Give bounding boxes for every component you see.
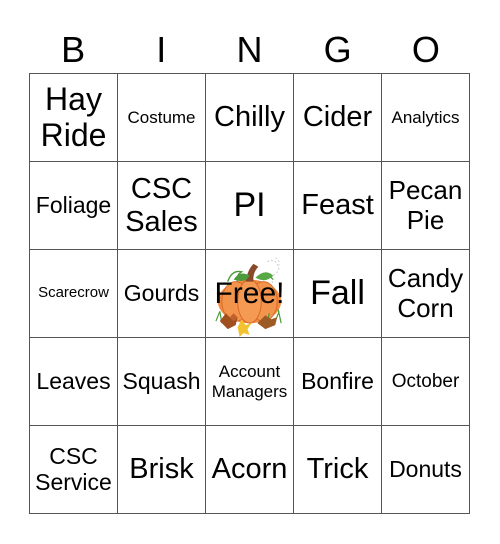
bingo-cell[interactable]: Feast xyxy=(294,162,382,250)
bingo-cell[interactable]: Brisk xyxy=(118,426,206,514)
bingo-cell[interactable]: Cider xyxy=(294,74,382,162)
bingo-cell[interactable]: Chilly xyxy=(206,74,294,162)
bingo-cell[interactable]: October xyxy=(382,338,470,426)
bingo-cell[interactable]: CSC Sales xyxy=(118,162,206,250)
bingo-cell[interactable]: Leaves xyxy=(30,338,118,426)
header-letter-o: O xyxy=(411,29,440,70)
bingo-cell[interactable]: Account Managers xyxy=(206,338,294,426)
bingo-cell[interactable]: Scarecrow xyxy=(30,250,118,338)
free-space-label: Free! xyxy=(214,276,285,310)
bingo-card-grid: Hay Ride Costume Chilly Cider Analytics … xyxy=(29,73,470,514)
bingo-cell[interactable]: CSC Service xyxy=(30,426,118,514)
free-space-cell[interactable]: Free! xyxy=(206,250,294,338)
bingo-cell[interactable]: Hay Ride xyxy=(30,74,118,162)
bingo-cell[interactable]: Trick xyxy=(294,426,382,514)
bingo-cell[interactable]: Fall xyxy=(294,250,382,338)
bingo-cell[interactable]: PI xyxy=(206,162,294,250)
bingo-cell[interactable]: Gourds xyxy=(118,250,206,338)
bingo-cell[interactable]: Donuts xyxy=(382,426,470,514)
bingo-cell[interactable]: Bonfire xyxy=(294,338,382,426)
header-letter-i: I xyxy=(156,29,167,70)
header-letter-g: G xyxy=(323,29,352,70)
header-letter-b: B xyxy=(61,29,86,70)
header-letter-n: N xyxy=(236,29,263,70)
bingo-cell[interactable]: Pecan Pie xyxy=(382,162,470,250)
bingo-cell[interactable]: Squash xyxy=(118,338,206,426)
bingo-cell[interactable]: Analytics xyxy=(382,74,470,162)
bingo-cell[interactable]: Acorn xyxy=(206,426,294,514)
bingo-header: B I N G O xyxy=(29,28,470,72)
bingo-cell[interactable]: Costume xyxy=(118,74,206,162)
bingo-cell[interactable]: Foliage xyxy=(30,162,118,250)
bingo-cell[interactable]: Candy Corn xyxy=(382,250,470,338)
